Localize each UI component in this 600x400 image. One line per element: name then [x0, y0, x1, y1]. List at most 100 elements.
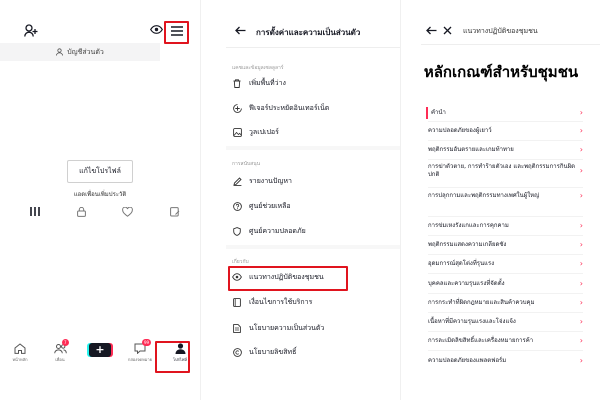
guideline-label: คำนำ	[431, 109, 446, 116]
settings-item-label: ฟีเจอร์ประหยัดอินเทอร์เน็ต	[249, 103, 330, 112]
settings-item-privacy-policy[interactable]: นโยบายความเป็นส่วนตัว	[232, 321, 392, 335]
inbox-badge: 99	[142, 339, 152, 346]
copyright-icon	[232, 347, 242, 357]
create-plus-icon: +	[89, 343, 111, 357]
guidelines-heading: หลักเกณฑ์สำหรับชุมชน	[423, 63, 579, 81]
guideline-item[interactable]: การฆ่าตัวตาย, การทำร้ายตัวเอง และพฤติกรร…	[428, 163, 583, 179]
help-icon	[232, 201, 242, 211]
guideline-label: พฤติกรรมอันตรายและเกมท้าทาย	[428, 146, 514, 153]
divider	[428, 293, 583, 294]
divider	[428, 312, 583, 313]
add-friends-text: แอดเพื่อนเพิ่มประวัติ	[73, 191, 127, 198]
guideline-item[interactable]: ความปลอดภัยของแพลตฟอร์ม ›	[428, 357, 583, 365]
tab-repost-icon[interactable]	[122, 207, 134, 217]
settings-item-safety-center[interactable]: ศูนย์ความปลอดภัย	[232, 224, 392, 238]
home-icon	[14, 343, 26, 354]
nav-home[interactable]: หน้าหลัก	[3, 343, 37, 363]
settings-title: การตั้งค่าและความเป็นส่วนตัว	[256, 28, 361, 37]
document-icon	[232, 323, 242, 333]
book-icon	[232, 297, 242, 307]
guidelines-screen: แนวทางปฏิบัติของชุมชน หลักเกณฑ์สำหรับชุม…	[400, 0, 600, 400]
chevron-right-icon: ›	[579, 279, 583, 288]
chevron-right-icon: ›	[579, 221, 583, 230]
settings-item-wallpaper[interactable]: วูลเปเปอร์	[232, 125, 392, 139]
edit-profile-button[interactable]: แก้ไขโปรไฟล์	[67, 160, 133, 183]
guideline-item[interactable]: การปลุกกามและพฤติกรรมทางเพศในผู้ใหญ่ ›	[428, 192, 583, 200]
guideline-label: เนื้อหาที่มีความรุนแรงและโจ่งแจ้ง	[428, 318, 516, 325]
guideline-item[interactable]: การกระทำที่ผิดกฎหมายและสินค้าควบคุม ›	[428, 299, 583, 307]
tab-liked-icon[interactable]	[170, 207, 180, 217]
chevron-right-icon: ›	[579, 356, 583, 365]
guideline-label: อุดมการณ์สุดโต่งที่รุนแรง	[428, 260, 495, 267]
chevron-right-icon: ›	[579, 336, 583, 345]
divider	[428, 254, 583, 255]
guideline-item[interactable]: พฤติกรรมอันตรายและเกมท้าทาย ›	[428, 146, 583, 154]
settings-item-help-center[interactable]: ศูนย์ช่วยเหลือ	[232, 199, 392, 213]
settings-item-copyright-policy[interactable]: นโยบายลิขสิทธิ์	[232, 345, 392, 359]
settings-item-label: วูลเปเปอร์	[249, 127, 279, 136]
guideline-label: การฆ่าตัวตาย, การทำร้ายตัวเอง และพฤติกรร…	[428, 163, 575, 178]
back-arrow-icon[interactable]	[426, 26, 437, 35]
section-divider	[226, 245, 400, 249]
nav-create[interactable]: +	[83, 343, 117, 357]
guideline-label: การข่มเหงรังแกและการคุกคาม	[428, 222, 509, 229]
tab-lock-icon[interactable]	[76, 207, 86, 217]
pencil-icon	[232, 176, 242, 186]
chevron-right-icon: ›	[579, 317, 583, 326]
chevron-right-icon: ›	[579, 166, 583, 175]
divider	[428, 331, 583, 332]
guidelines-title: แนวทางปฏิบัติของชุมชน	[463, 27, 538, 35]
header-divider	[226, 47, 400, 48]
back-arrow-icon[interactable]	[235, 26, 246, 35]
nav-inbox[interactable]: 99 กล่องจดหมาย	[123, 339, 157, 363]
guideline-label: การปลุกกามและพฤติกรรมทางเพศในผู้ใหญ่	[428, 192, 540, 199]
nav-friends-label: เพื่อน	[55, 357, 65, 362]
divider	[428, 187, 583, 188]
eye-icon[interactable]	[150, 25, 163, 34]
header-divider	[421, 44, 600, 45]
section-label-cache: แคชและข้อมูลเซลลูลาร์	[232, 65, 284, 71]
guideline-label: การกระทำที่ผิดกฎหมายและสินค้าควบคุม	[428, 299, 535, 306]
community-guidelines-highlight-box	[228, 266, 348, 291]
tab-grid-icon[interactable]	[30, 207, 40, 217]
divider	[428, 159, 583, 160]
divider	[428, 273, 583, 274]
nav-friends[interactable]: 7 เพื่อน	[43, 339, 77, 363]
section-label-support: การสนับสนุน	[232, 161, 261, 167]
guideline-item[interactable]: การละเมิดลิขสิทธิ์และเครื่องหมายการค้า ›	[428, 337, 583, 345]
account-switch-label: บัญชีส่วนตัว	[67, 47, 104, 56]
user-switch-icon	[56, 48, 64, 56]
add-user-icon[interactable]	[24, 24, 38, 37]
guideline-label: ความปลอดภัยของแพลตฟอร์ม	[428, 357, 507, 364]
account-switcher[interactable]: บัญชีส่วนตัว	[0, 43, 160, 61]
wallpaper-icon	[232, 127, 242, 137]
settings-item-label: ศูนย์ช่วยเหลือ	[249, 201, 291, 210]
close-icon[interactable]	[443, 26, 452, 35]
nav-inbox-label: กล่องจดหมาย	[127, 357, 153, 362]
guideline-item[interactable]: เนื้อหาที่มีความรุนแรงและโจ่งแจ้ง ›	[428, 318, 583, 326]
section-divider	[226, 146, 400, 150]
nav-home-label: หน้าหลัก	[12, 357, 28, 362]
settings-screen: การตั้งค่าและความเป็นส่วนตัว แคชและข้อมู…	[200, 0, 400, 400]
settings-item-free-space[interactable]: เพิ่มพื้นที่ว่าง	[232, 76, 392, 90]
guideline-item[interactable]: การข่มเหงรังแกและการคุกคาม ›	[428, 222, 583, 230]
guideline-item-intro[interactable]: คำนำ ›	[428, 109, 583, 117]
chevron-right-icon: ›	[579, 240, 583, 249]
shield-icon	[232, 226, 242, 236]
settings-item-label: นโยบายลิขสิทธิ์	[249, 347, 297, 356]
settings-item-data-saver[interactable]: ฟีเจอร์ประหยัดอินเทอร์เน็ต	[232, 101, 392, 115]
chevron-right-icon: ›	[579, 191, 583, 200]
guideline-label: บุคคลและความรุนแรงที่จัดตั้ง	[428, 280, 505, 287]
guideline-item[interactable]: พฤติกรรมแสดงความเกลียดชัง ›	[428, 241, 583, 249]
settings-item-label: เงื่อนไขการใช้บริการ	[249, 297, 313, 306]
guideline-item[interactable]: บุคคลและความรุนแรงที่จัดตั้ง ›	[428, 280, 583, 288]
data-saver-icon	[232, 103, 242, 113]
settings-item-report-problem[interactable]: รายงานปัญหา	[232, 174, 392, 188]
settings-item-label: รายงานปัญหา	[249, 176, 292, 185]
guideline-item[interactable]: อุดมการณ์สุดโต่งที่รุนแรง ›	[428, 260, 583, 268]
menu-highlight-box	[164, 21, 189, 44]
settings-item-terms-of-service[interactable]: เงื่อนไขการใช้บริการ	[232, 295, 392, 309]
chevron-right-icon: ›	[579, 108, 583, 117]
guideline-item[interactable]: ความปลอดภัยของผู้เยาว์ ›	[428, 127, 583, 135]
settings-item-label: ศูนย์ความปลอดภัย	[249, 226, 306, 235]
